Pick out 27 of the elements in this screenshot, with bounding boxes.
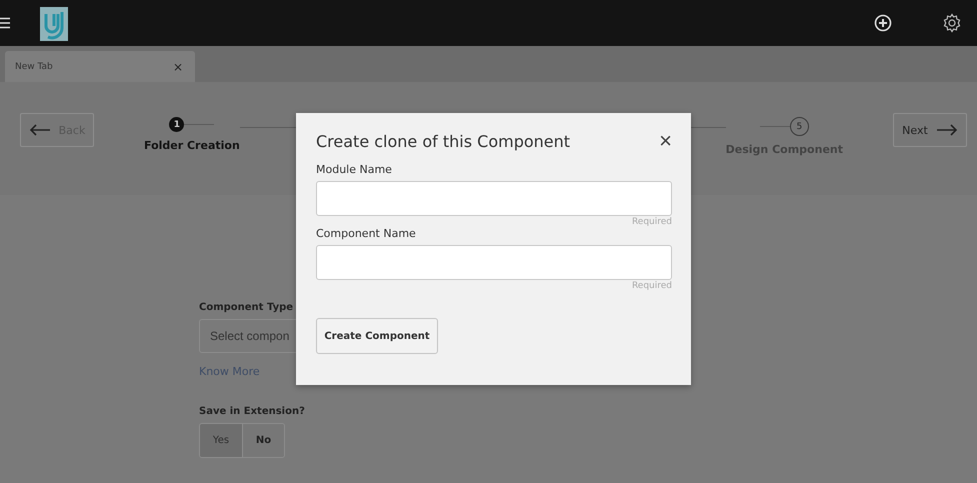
dialog-title: Create clone of this Component — [316, 132, 570, 150]
toggle-option[interactable]: No — [242, 424, 284, 457]
field-label: Module Name — [316, 163, 392, 176]
know-more-link[interactable]: Know More — [199, 365, 260, 378]
required-hint: Required — [632, 281, 672, 291]
next-button[interactable]: Next — [893, 113, 967, 147]
menu-icon[interactable] — [0, 17, 10, 29]
close-tab-button[interactable]: × — [172, 60, 183, 74]
field-label: Component Type — [199, 302, 294, 313]
step-number: 1 — [169, 117, 184, 132]
tab-label: New Tab — [15, 62, 53, 72]
logo-icon — [40, 7, 68, 41]
settings-icon[interactable] — [942, 13, 962, 33]
field-label: Save in Extension? — [199, 406, 305, 417]
add-icon[interactable] — [874, 14, 892, 32]
field-label: Component Name — [316, 227, 416, 240]
input-field[interactable] — [316, 245, 672, 280]
tab[interactable]: New Tab × — [5, 51, 195, 82]
step-label: Folder Creation — [144, 139, 240, 152]
arrow-right-icon — [936, 124, 958, 136]
toggle-option[interactable]: Yes — [200, 424, 242, 457]
required-hint: Required — [632, 217, 672, 227]
input-field[interactable] — [316, 181, 672, 216]
step-number: 5 — [790, 117, 809, 136]
close-button[interactable]: × — [659, 131, 672, 151]
arrow-left-icon — [28, 124, 51, 136]
create-component-button[interactable]: Create Component — [316, 318, 438, 354]
